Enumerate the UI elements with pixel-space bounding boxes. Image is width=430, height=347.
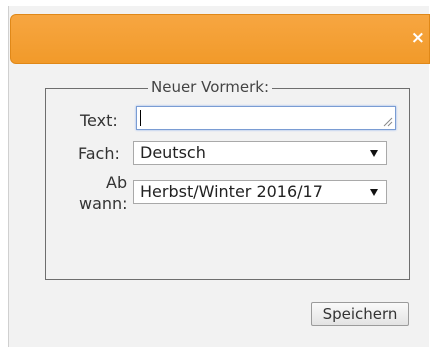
ab-wann-label-line1: Ab [106, 173, 128, 192]
fieldset-legend: Neuer Vormerk: [148, 78, 273, 96]
text-label: Text: [80, 111, 118, 130]
fach-select[interactable]: Deutsch [133, 141, 387, 165]
resize-handle-icon[interactable] [383, 117, 393, 127]
chevron-down-icon [370, 150, 378, 157]
dialog-titlebar[interactable]: × [10, 14, 430, 64]
text-input[interactable] [136, 106, 396, 130]
close-icon[interactable]: × [411, 30, 425, 47]
text-cursor [140, 110, 141, 126]
fach-label: Fach: [78, 144, 120, 163]
ab-wann-label-line2: wann: [79, 194, 128, 213]
fach-selected-value: Deutsch [140, 143, 206, 162]
save-button[interactable]: Speichern [311, 302, 409, 326]
chevron-down-icon [370, 189, 378, 196]
ab-wann-select[interactable]: Herbst/Winter 2016/17 [133, 180, 387, 204]
ab-wann-selected-value: Herbst/Winter 2016/17 [140, 182, 323, 201]
